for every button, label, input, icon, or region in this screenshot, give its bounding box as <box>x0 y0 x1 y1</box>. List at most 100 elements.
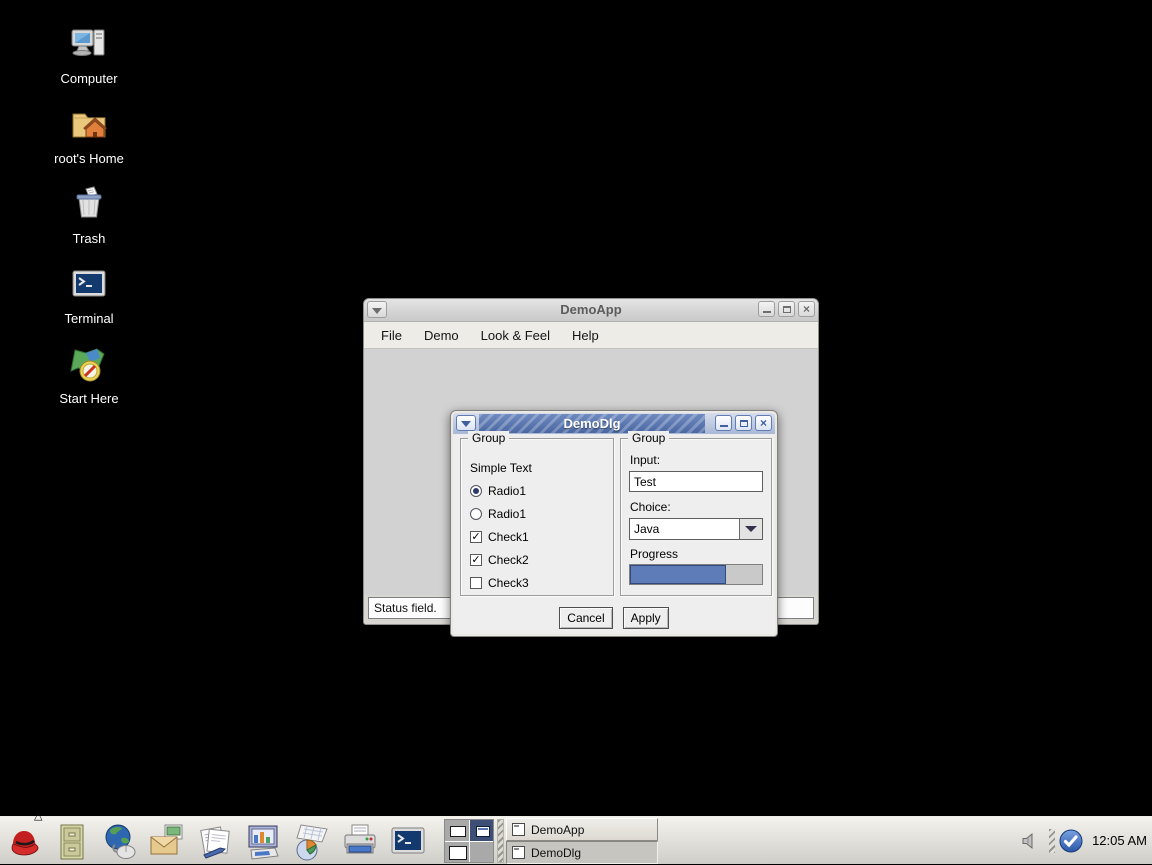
desktop-icon-start-here[interactable]: Start Here <box>24 345 154 406</box>
demodlg-window-title: DemoDlg <box>479 414 705 433</box>
workspace-2-active[interactable] <box>470 820 494 841</box>
checkbox-label: Check3 <box>488 576 529 590</box>
launcher-web-browser[interactable] <box>98 820 142 863</box>
desktop-icon-roots-home[interactable]: root's Home <box>24 105 154 166</box>
maximize-icon <box>783 306 791 313</box>
radio-button-icon[interactable] <box>470 485 482 497</box>
close-icon: × <box>803 303 810 315</box>
file-manager-icon <box>52 822 92 862</box>
launcher-file-manager[interactable] <box>50 820 94 863</box>
start-here-icon <box>69 345 109 385</box>
window-menu-button[interactable] <box>456 415 476 431</box>
desktop-icon-label: Computer <box>24 71 154 86</box>
word-processor-icon <box>196 822 236 862</box>
group-box-left: Group Simple Text Radio1 Radio1 ✓ Check1… <box>460 438 614 596</box>
tasklist-label: DemoApp <box>531 823 584 837</box>
demodlg-dialog: DemoDlg × Group Simple Text Radio1 Radio… <box>450 410 778 637</box>
launcher-terminal[interactable] <box>386 820 430 863</box>
launcher-word-processor[interactable] <box>194 820 238 863</box>
volume-icon[interactable] <box>1021 832 1039 850</box>
demoapp-titlebar[interactable]: DemoApp × <box>364 299 818 322</box>
radio-option-1[interactable]: Radio1 <box>470 483 526 499</box>
desktop-icon-terminal[interactable]: Terminal <box>24 265 154 326</box>
apply-button[interactable]: Apply <box>623 607 669 629</box>
desktop-icon-label: Start Here <box>24 391 154 406</box>
radio-label: Radio1 <box>488 484 526 498</box>
desktop-icon-label: root's Home <box>24 151 154 166</box>
close-button[interactable]: × <box>755 415 772 431</box>
chevron-down-icon <box>461 421 471 427</box>
tasklist-demodlg[interactable]: DemoDlg <box>506 841 658 864</box>
launcher-spreadsheet[interactable] <box>290 820 334 863</box>
minimize-button[interactable] <box>758 301 775 317</box>
combobox-value: Java <box>630 519 740 539</box>
menu-file[interactable]: File <box>370 325 413 346</box>
radio-button-icon[interactable] <box>470 508 482 520</box>
trash-icon <box>69 185 109 225</box>
tasklist-demoapp[interactable]: DemoApp <box>506 818 658 841</box>
redhat-menu-icon <box>4 822 44 862</box>
radio-label: Radio1 <box>488 507 526 521</box>
close-button[interactable]: × <box>798 301 815 317</box>
desktop-icon-label: Trash <box>24 231 154 246</box>
launcher-presentation[interactable] <box>242 820 286 863</box>
computer-icon <box>69 25 109 65</box>
launcher-main-menu[interactable] <box>2 820 46 863</box>
input-label: Input: <box>630 453 660 467</box>
group-title: Group <box>468 431 509 445</box>
arrow-down-icon <box>745 526 757 532</box>
presentation-icon <box>244 822 284 862</box>
cancel-button[interactable]: Cancel <box>559 607 612 629</box>
maximize-button[interactable] <box>735 415 752 431</box>
terminal-icon <box>69 265 109 305</box>
minimize-button[interactable] <box>715 415 732 431</box>
launcher-printer[interactable] <box>338 820 382 863</box>
window-menu-button[interactable] <box>367 301 387 318</box>
taskbar-panel: △ DemoApp DemoDlg <box>0 816 1152 864</box>
home-folder-icon <box>69 105 109 145</box>
simple-text-label: Simple Text <box>470 460 532 476</box>
menubar: File Demo Look & Feel Help <box>364 322 818 349</box>
radio-option-2[interactable]: Radio1 <box>470 506 526 522</box>
desktop-icon-computer[interactable]: Computer <box>24 25 154 86</box>
update-notifier-icon[interactable] <box>1058 828 1084 854</box>
choice-combobox[interactable]: Java <box>629 518 763 540</box>
tasklist-label: DemoDlg <box>531 846 581 860</box>
input-field[interactable] <box>629 471 763 492</box>
dialog-button-row: Cancel Apply <box>453 607 775 629</box>
menu-demo[interactable]: Demo <box>413 325 470 346</box>
tray-handle[interactable] <box>1049 829 1055 853</box>
progress-bar <box>629 564 763 585</box>
launcher-email[interactable] <box>146 820 190 863</box>
workspace-4[interactable] <box>470 842 494 863</box>
checkbox-icon[interactable] <box>470 577 482 589</box>
minimize-icon <box>720 425 728 427</box>
checkbox-icon[interactable]: ✓ <box>470 531 482 543</box>
maximize-icon <box>740 420 748 427</box>
desktop-icon-trash[interactable]: Trash <box>24 185 154 246</box>
printer-icon <box>340 822 380 862</box>
combobox-dropdown-button[interactable] <box>740 519 762 539</box>
workspace-1[interactable] <box>445 820 469 841</box>
clock[interactable]: 12:05 AM <box>1092 817 1147 865</box>
workspace-3[interactable] <box>445 842 469 863</box>
checkbox-option-2[interactable]: ✓ Check2 <box>470 552 529 568</box>
minimize-icon <box>763 311 771 313</box>
progress-bar-fill <box>630 565 726 584</box>
menu-look-and-feel[interactable]: Look & Feel <box>470 325 561 346</box>
checkbox-option-3[interactable]: Check3 <box>470 575 529 591</box>
maximize-button[interactable] <box>778 301 795 317</box>
menu-help[interactable]: Help <box>561 325 610 346</box>
workspace-window <box>476 826 490 837</box>
email-icon <box>148 822 188 862</box>
web-browser-icon <box>100 822 140 862</box>
window-icon <box>512 846 525 859</box>
chevron-down-icon <box>372 308 382 314</box>
choice-label: Choice: <box>630 500 671 514</box>
checkbox-label: Check2 <box>488 553 529 567</box>
checkbox-icon[interactable]: ✓ <box>470 554 482 566</box>
window-list-handle[interactable] <box>497 819 504 863</box>
demoapp-window-title: DemoApp <box>364 299 818 321</box>
checkbox-option-1[interactable]: ✓ Check1 <box>470 529 529 545</box>
close-icon: × <box>760 417 767 429</box>
